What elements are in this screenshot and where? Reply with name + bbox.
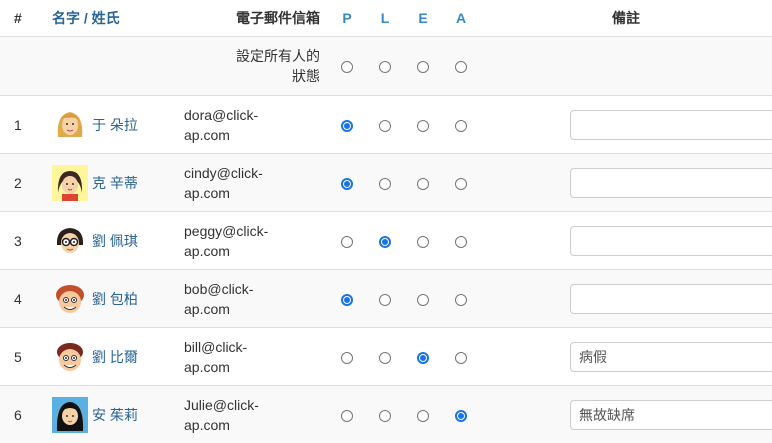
status-radio-p[interactable] — [341, 178, 353, 190]
header-status-p: P — [328, 0, 366, 37]
row-number: 2 — [0, 154, 52, 212]
student-name-link[interactable]: 劉 比爾 — [92, 347, 138, 367]
student-row: 6 安 茱莉 Julie@click-ap.com — [0, 386, 772, 443]
student-row: 3 劉 佩琪 peggy@click-ap.com — [0, 212, 772, 270]
note-input[interactable] — [570, 400, 772, 430]
status-radio-l[interactable] — [379, 120, 391, 132]
row-number: 6 — [0, 386, 52, 443]
status-radio-p[interactable] — [341, 294, 353, 306]
black-hair-girl-avatar — [52, 397, 88, 433]
glasses-girl-avatar — [52, 223, 88, 259]
header-num: # — [0, 0, 52, 37]
note-input[interactable] — [570, 110, 772, 140]
status-radio-p[interactable] — [341, 352, 353, 364]
student-row: 2 克 辛蒂 cindy@click-ap.com — [0, 154, 772, 212]
student-row: 5 劉 比爾 bill@click-ap.com — [0, 328, 772, 386]
student-row: 4 劉 包柏 bob@click-ap.com — [0, 270, 772, 328]
status-radio-a[interactable] — [455, 352, 467, 364]
status-radio-e[interactable] — [417, 410, 429, 422]
header-note: 備註 — [480, 0, 772, 37]
status-radio-l[interactable] — [379, 410, 391, 422]
header-row: # 名字 / 姓氏 電子郵件信箱 P L E A 備註 — [0, 0, 772, 37]
status-radio-e[interactable] — [417, 352, 429, 364]
row-number: 4 — [0, 270, 52, 328]
header-name[interactable]: 名字 / 姓氏 — [52, 0, 184, 37]
blonde-girl-avatar — [52, 107, 88, 143]
row-number: 5 — [0, 328, 52, 386]
note-input[interactable] — [570, 168, 772, 198]
student-name-link[interactable]: 安 茱莉 — [92, 405, 138, 425]
note-input[interactable] — [570, 284, 772, 314]
student-email: bill@click-ap.com — [184, 328, 328, 386]
student-name-link[interactable]: 于 朵拉 — [92, 115, 138, 135]
status-radio-l[interactable] — [379, 294, 391, 306]
set-all-radio-a[interactable] — [455, 61, 467, 73]
student-name-link[interactable]: 劉 佩琪 — [92, 231, 138, 251]
status-radio-a[interactable] — [455, 410, 467, 422]
status-radio-l[interactable] — [379, 178, 391, 190]
status-radio-a[interactable] — [455, 294, 467, 306]
student-row: 1 于 朵拉 dora@click-ap.com — [0, 96, 772, 154]
set-all-radio-l[interactable] — [379, 61, 391, 73]
row-number: 3 — [0, 212, 52, 270]
student-email: cindy@click-ap.com — [184, 154, 328, 212]
status-radio-a[interactable] — [455, 178, 467, 190]
status-radio-e[interactable] — [417, 294, 429, 306]
set-all-radio-p[interactable] — [341, 61, 353, 73]
brown-hair-boy-avatar — [52, 339, 88, 375]
header-name-separator: / — [80, 10, 92, 26]
student-email: peggy@click-ap.com — [184, 212, 328, 270]
row-number: 1 — [0, 96, 52, 154]
status-radio-p[interactable] — [341, 410, 353, 422]
status-radio-e[interactable] — [417, 120, 429, 132]
status-radio-a[interactable] — [455, 236, 467, 248]
status-radio-p[interactable] — [341, 120, 353, 132]
note-input[interactable] — [570, 226, 772, 256]
header-status-l: L — [366, 0, 404, 37]
set-all-row: 設定所有人的狀態 — [0, 37, 772, 96]
header-last-name[interactable]: 姓氏 — [92, 10, 120, 26]
dark-hair-girl-avatar — [52, 165, 88, 201]
status-radio-e[interactable] — [417, 178, 429, 190]
set-all-label: 設定所有人的狀態 — [184, 37, 328, 96]
status-radio-l[interactable] — [379, 236, 391, 248]
header-email: 電子郵件信箱 — [184, 0, 328, 37]
student-email: Julie@click-ap.com — [184, 386, 328, 443]
attendance-table: # 名字 / 姓氏 電子郵件信箱 P L E A 備註 設定所有人的狀態 1 于 … — [0, 0, 772, 443]
status-radio-e[interactable] — [417, 236, 429, 248]
student-name-link[interactable]: 劉 包柏 — [92, 289, 138, 309]
header-status-a: A — [442, 0, 480, 37]
status-radio-l[interactable] — [379, 352, 391, 364]
status-radio-p[interactable] — [341, 236, 353, 248]
student-email: bob@click-ap.com — [184, 270, 328, 328]
header-status-e: E — [404, 0, 442, 37]
note-input[interactable] — [570, 342, 772, 372]
status-radio-a[interactable] — [455, 120, 467, 132]
header-first-name[interactable]: 名字 — [52, 10, 80, 26]
set-all-radio-e[interactable] — [417, 61, 429, 73]
student-name-link[interactable]: 克 辛蒂 — [92, 173, 138, 193]
redhead-boy-avatar — [52, 281, 88, 317]
student-email: dora@click-ap.com — [184, 96, 328, 154]
